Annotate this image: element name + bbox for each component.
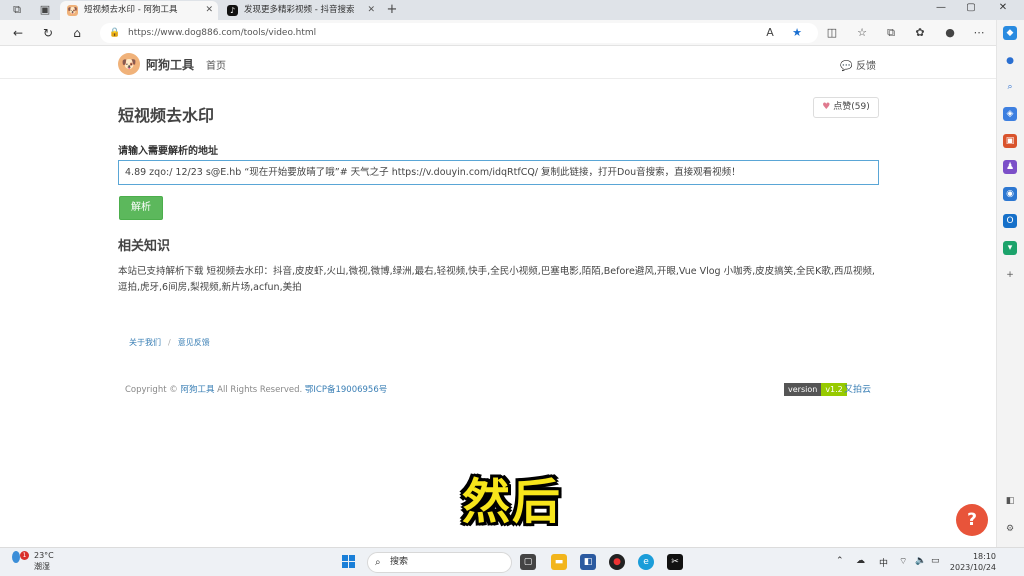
site-logo-text[interactable]: 阿狗工具 [146,56,194,73]
store-icon[interactable]: ◧ [580,554,596,570]
search-icon[interactable]: ⌕ [1003,80,1017,94]
tab-dog-tools[interactable]: 🐶 短视频去水印 - 阿狗工具 ✕ [60,1,218,20]
version-label: version [784,383,822,396]
weather-badge: 1 [20,551,29,560]
like-label: 点赞(59) [833,102,870,112]
ime-indicator[interactable]: 中 [879,556,888,569]
weather-desc: 潮湿 [34,562,50,571]
tray-cloud-icon[interactable]: ☁ [856,556,865,566]
maximize-icon[interactable]: ▢ [958,2,984,13]
tab-title: 发现更多精彩视频 - 抖音搜索 [244,5,355,15]
add-sidebar-icon[interactable]: + [1003,268,1017,282]
video-subtitle: 然后 [461,474,562,530]
outlook-icon[interactable]: O [1003,214,1017,228]
site-header: 🐶 阿狗工具 首页 💬 反馈 [0,46,996,79]
dog-favicon-icon: 🐶 [67,5,78,16]
tab-actions-icon[interactable]: ▣ [38,3,52,17]
like-button[interactable]: ♥ 点赞(59) [813,97,879,118]
page-title: 短视频去水印 [118,106,215,125]
url-text: https://www.dog886.com/tools/video.html [128,28,317,38]
tools-icon[interactable]: ▣ [1003,134,1017,148]
icp-link[interactable]: 鄂ICP备19006956号 [305,385,387,395]
home-icon[interactable]: ⌂ [69,25,85,41]
about-link[interactable]: 关于我们 [129,338,161,347]
browser-tab-bar: ⧉ ▣ 🐶 短视频去水印 - 阿狗工具 ✕ ♪ 发现更多精彩视频 - 抖音搜索 … [0,0,1024,20]
workspaces-icon[interactable]: ⧉ [10,3,24,17]
clock-time: 18:10 [972,552,996,561]
games-icon[interactable]: ♟ [1003,160,1017,174]
upyun-link[interactable]: 又拍云 [844,382,871,395]
dog-logo-icon[interactable]: 🐶 [118,53,140,75]
tray-chevron-icon[interactable]: ⌃ [836,556,844,566]
copyright-site-link[interactable]: 阿狗工具 [180,385,214,395]
taskbar-clock[interactable]: 18:10 2023/10/24 [948,551,996,573]
footer-links: 关于我们 / 意见反馈 [129,337,210,348]
refresh-icon[interactable]: ↻ [40,25,56,41]
new-tab-icon[interactable]: + [385,3,399,17]
drop-icon[interactable]: ▾ [1003,241,1017,255]
version-value: v1.2 [821,383,847,396]
extensions-icon[interactable]: ✿ [913,26,927,40]
url-field[interactable]: 🔒 https://www.dog886.com/tools/video.htm… [100,23,818,43]
copyright-prefix: Copyright © [125,385,178,395]
search-icon: ⌕ [375,557,381,568]
favorite-star-icon[interactable]: ★ [790,26,804,40]
close-window-icon[interactable]: ✕ [990,2,1016,13]
taskbar: 1 23°C 潮湿 ⌕ 搜索 ▢ ▬ ◧ ● e ✂ ⌃ ☁ 中 ⌔ 🔈 ▭ 1… [0,547,1024,576]
back-icon[interactable]: ← [10,25,26,41]
windows-start-icon[interactable] [342,555,356,569]
version-badge: version v1.2 [784,383,847,396]
notifications-icon[interactable]: ● [1003,54,1017,68]
related-knowledge-text: 本站已支持解析下载 短视频去水印：抖音,皮皮虾,火山,微视,微博,绿洲,最右,轻… [118,266,875,293]
nav-home-link[interactable]: 首页 [206,57,226,72]
comment-icon: 💬 [840,61,853,72]
minimize-icon[interactable]: — [928,2,954,13]
edge-browser-icon[interactable]: e [638,554,654,570]
feedback-label: 反馈 [856,61,876,72]
record-icon[interactable]: ● [609,554,625,570]
address-bar: ← ↻ ⌂ 🔒 https://www.dog886.com/tools/vid… [0,20,1024,46]
feedback-footer-link[interactable]: 意见反馈 [178,338,210,347]
volume-icon[interactable]: 🔈 [915,556,926,566]
task-view-icon[interactable]: ▢ [520,554,536,570]
taskbar-search[interactable]: ⌕ 搜索 [367,552,512,573]
copyright: Copyright © 阿狗工具 All Rights Reserved. 鄂I… [125,383,387,395]
input-label: 请输入需要解析的地址 [118,146,218,157]
battery-icon[interactable]: ▭ [931,556,940,566]
copyright-suffix: All Rights Reserved. [217,385,303,395]
clock-date: 2023/10/24 [949,563,996,572]
favorites-icon[interactable]: ☆ [855,26,869,40]
profile-avatar-icon[interactable]: ● [943,26,957,40]
close-tab-icon[interactable]: ✕ [367,1,375,20]
heart-icon: ♥ [822,102,831,112]
tiktok-favicon-icon: ♪ [227,5,238,16]
taskbar-search-label: 搜索 [390,557,409,567]
lock-icon: 🔒 [109,28,121,38]
related-knowledge-title: 相关知识 [118,239,171,254]
microsoft365-icon[interactable]: ◉ [1003,187,1017,201]
close-tab-icon[interactable]: ✕ [205,1,213,20]
weather-temp: 23°C [34,551,54,560]
file-explorer-icon[interactable]: ▬ [551,554,567,570]
divider: / [168,338,171,347]
wifi-icon[interactable]: ⌔ [899,556,907,567]
collections-icon[interactable]: ⧉ [884,26,898,40]
weather-icon [12,551,20,563]
copilot-icon[interactable]: ◆ [1003,26,1017,40]
tab-douyin-search[interactable]: ♪ 发现更多精彩视频 - 抖音搜索 ✕ [220,1,380,20]
weather-widget[interactable]: 1 23°C 潮湿 [12,551,54,571]
more-menu-icon[interactable]: ⋯ [972,26,986,40]
parse-button[interactable]: 解析 [119,196,163,220]
video-url-input[interactable]: 4.89 zqo:/ 12/23 s@E.hb “现在开始要放晴了哦”# 天气之… [118,160,879,185]
split-screen-icon[interactable]: ◫ [825,26,839,40]
capcut-icon[interactable]: ✂ [667,554,683,570]
tab-title: 短视频去水印 - 阿狗工具 [84,5,178,15]
feedback-link[interactable]: 💬 反馈 [840,57,876,72]
shopping-icon[interactable]: ◈ [1003,107,1017,121]
read-aloud-icon[interactable]: A [763,26,777,40]
